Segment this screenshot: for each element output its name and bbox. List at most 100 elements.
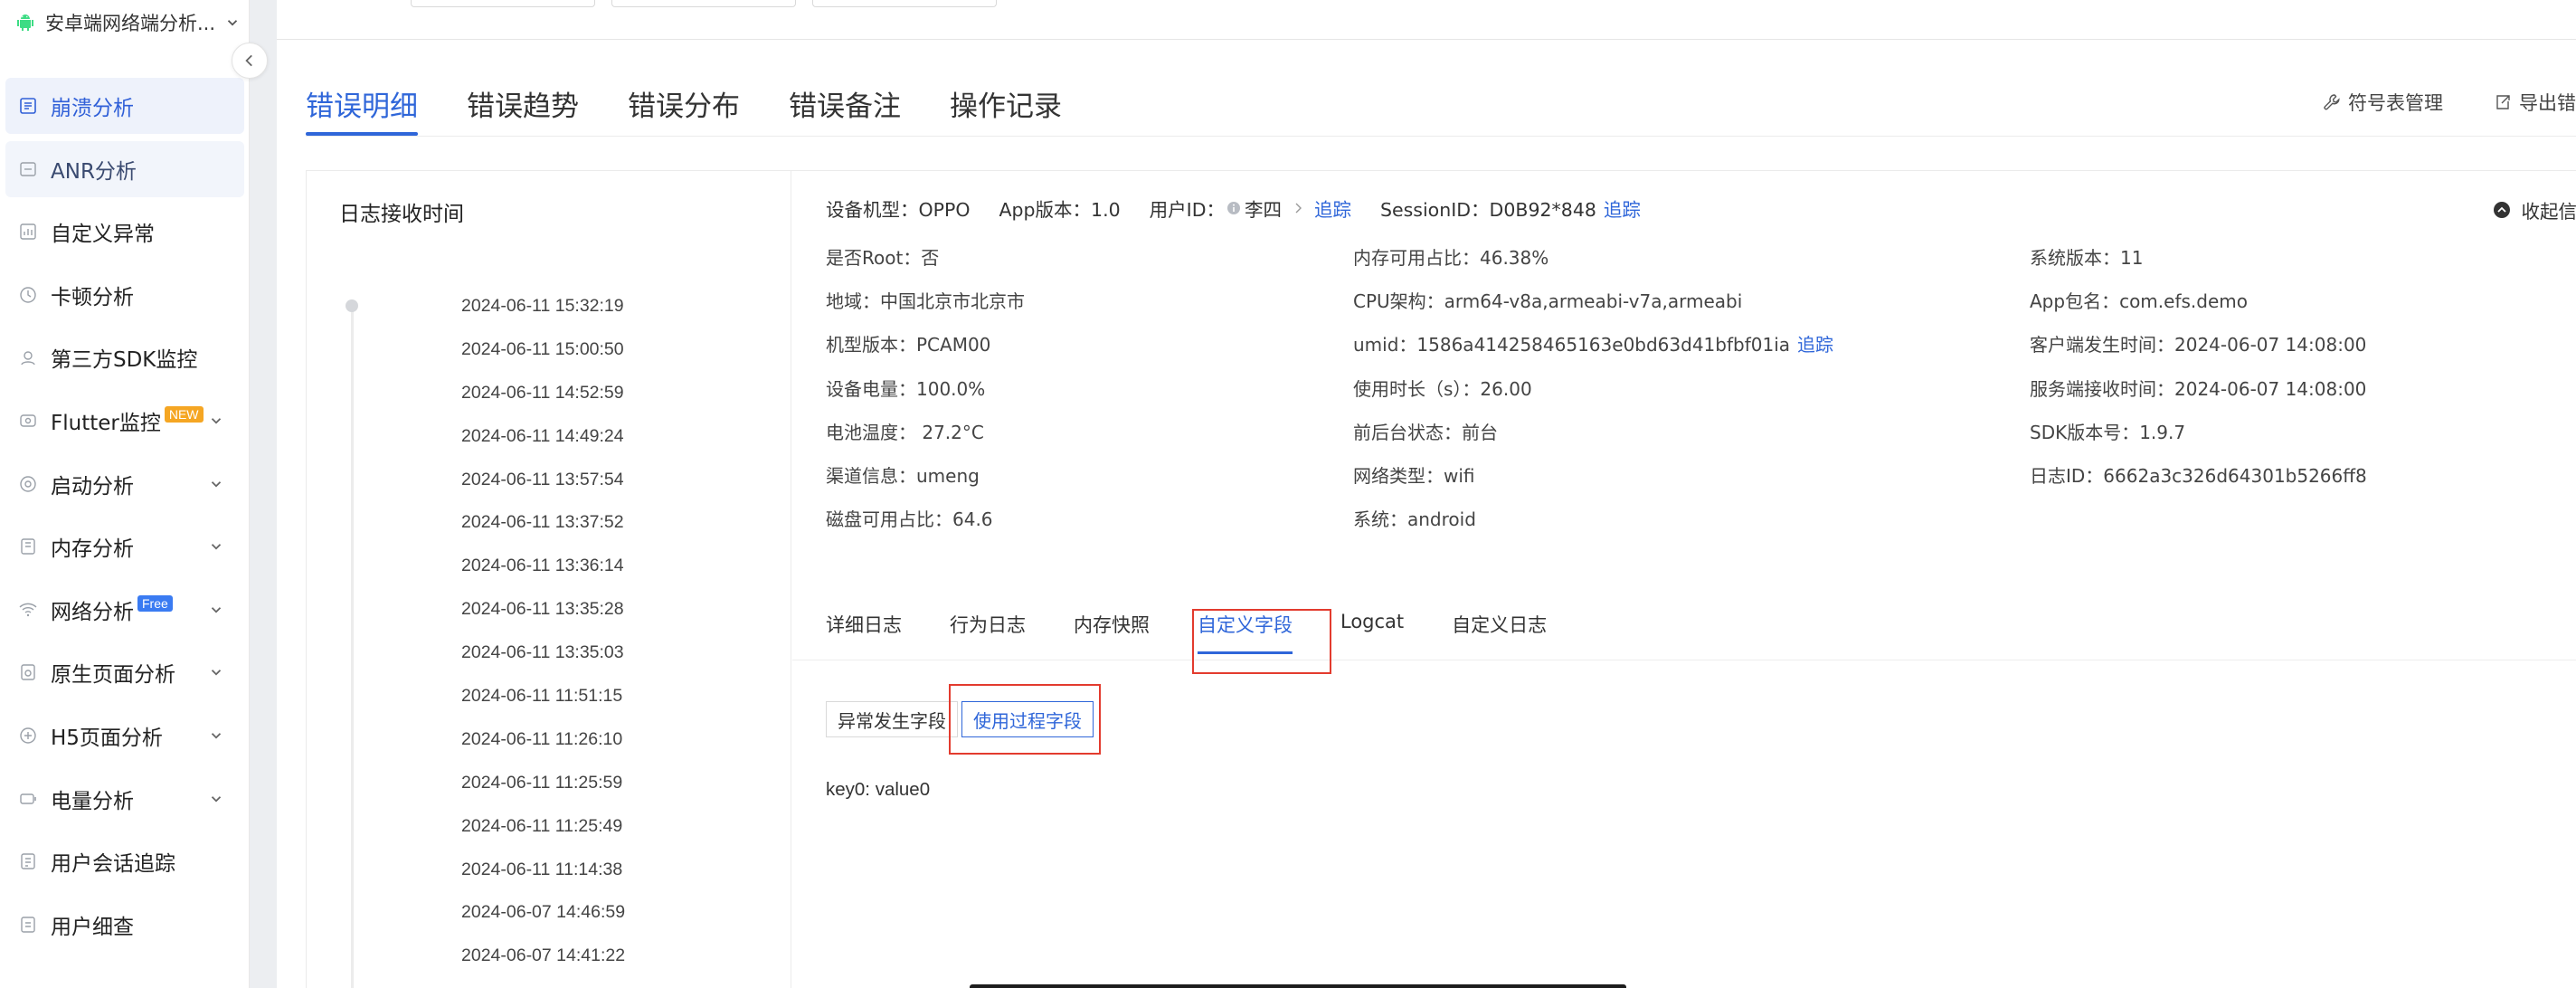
umid-trace-link[interactable]: 追踪 (1797, 334, 1833, 356)
app-version: App版本：1.0 (999, 199, 1121, 221)
subtab-custom-log[interactable]: 自定义日志 (1452, 611, 1547, 647)
sidebar-item-11[interactable]: 电量分析 (5, 771, 244, 827)
log-time-list: 2024-06-11 15:32:19 2024-06-11 15:00:50 20… (461, 296, 625, 988)
log-time-item[interactable]: 2024-06-11 14:52:59 (461, 383, 625, 426)
session-id: SessionID：D0B92*848 追踪 (1380, 195, 1641, 222)
export-link[interactable]: 导出错 (2494, 89, 2576, 116)
log-time-item[interactable]: 2024-06-11 11:26:10 (461, 729, 625, 773)
subtab-logcat[interactable]: Logcat (1340, 611, 1404, 647)
chevron-down-icon (211, 418, 222, 424)
sidebar-item-label: Flutter监控 (51, 411, 161, 435)
device-model: 设备机型：OPPO (826, 199, 971, 221)
log-time-item[interactable]: 2024-06-11 15:32:19 (461, 296, 625, 339)
highlight-box-custom-fields (1192, 609, 1331, 674)
chevron-down-icon (227, 20, 238, 26)
log-time-title: 日志接收时间 (339, 203, 464, 226)
export-icon (2496, 95, 2510, 109)
sidebar-item-13[interactable]: 用户细查 (5, 897, 244, 953)
sidebar-item-label: 电量分析 (51, 789, 134, 813)
info-row: 设备电量：100.0% (826, 377, 986, 400)
log-time-item[interactable]: 2024-06-11 14:49:24 (461, 426, 625, 470)
user-trace-link[interactable]: 追踪 (1314, 195, 1351, 222)
info-row: 渠道信息：umeng (826, 464, 980, 487)
session-trace-link[interactable]: 追踪 (1604, 195, 1641, 222)
app-selector[interactable]: 安卓端网络端分析... (14, 9, 241, 36)
chevron-down-icon (211, 544, 222, 550)
sidebar-item-6[interactable]: 启动分析 (5, 456, 244, 512)
device-header: 设备机型：OPPO App版本：1.0 用户ID： 李四 追踪 SessionI… (826, 195, 1670, 222)
sidebar-item-5[interactable]: Flutter监控 NEW (5, 393, 244, 449)
tab-error-trend[interactable]: 错误趋势 (467, 83, 579, 138)
info-row: 网络类型：wifi (1353, 464, 1475, 487)
symbol-table-link[interactable]: 符号表管理 (2323, 89, 2443, 116)
info-column-2: 内存可用占比：46.38% CPU架构：arm64-v8a,armeabi-v7a… (1353, 243, 1833, 548)
log-time-item[interactable]: 2024-06-11 11:51:15 (461, 686, 625, 729)
sidebar-item-2[interactable]: 自定义异常 (5, 204, 244, 260)
collapse-info-button[interactable]: 收起信 (2493, 196, 2576, 223)
session-id-text: SessionID：D0B92*848 (1380, 199, 1596, 221)
chevron-left-icon (245, 54, 252, 67)
collapse-up-icon (2493, 202, 2510, 218)
sidebar-collapse-button[interactable] (232, 43, 268, 79)
info-row: 客户端发生时间：2024-06-07 14:08:00 (2030, 334, 2367, 356)
log-time-item[interactable]: 2024-06-11 13:36:14 (461, 556, 625, 599)
log-time-item[interactable]: 2024-06-11 11:14:38 (461, 860, 625, 903)
chevron-down-icon (211, 480, 222, 488)
highlight-box-usage-fields (949, 684, 1101, 755)
timeline-dot (346, 299, 358, 312)
subtab-detail-log[interactable]: 详细日志 (826, 611, 902, 647)
sidebar-item-8[interactable]: 网络分析 Free (5, 582, 244, 638)
tab-error-notes[interactable]: 错误备注 (789, 83, 901, 138)
sidebar-item-label: ANR分析 (51, 159, 137, 184)
segment-exception-fields[interactable]: 异常发生字段 (826, 701, 958, 737)
tool-links: 符号表管理 导出错 (2272, 89, 2576, 116)
sidebar-item-12[interactable]: 用户会话追踪 (5, 833, 244, 889)
log-time-item[interactable]: 2024-06-11 13:35:28 (461, 599, 625, 642)
info-row: 服务端接收时间：2024-06-07 14:08:00 (2030, 377, 2367, 400)
log-time-item[interactable]: 2024-06-11 11:25:49 (461, 816, 625, 860)
h5-icon (20, 727, 36, 744)
battery-icon (20, 793, 36, 804)
info-row: 地域：中国北京市北京市 (826, 290, 1025, 313)
log-time-item[interactable]: 2024-06-07 14:46:59 (461, 902, 625, 945)
user-id: 用户ID： 李四 追踪 (1150, 195, 1351, 222)
info-row: App包名：com.efs.demo (2030, 290, 2248, 313)
sidebar-item-1[interactable]: ANR分析 (5, 140, 244, 197)
info-column-3: 系统版本：11 App包名：com.efs.demo 客户端发生时间：2024-06… (2030, 243, 2367, 505)
user-detail-icon (21, 917, 35, 933)
subtab-memory-snapshot[interactable]: 内存快照 (1074, 611, 1150, 647)
tab-operation-log[interactable]: 操作记录 (950, 83, 1062, 138)
filter-box-1[interactable] (411, 0, 595, 7)
sidebar-item-label: 用户会话追踪 (51, 852, 175, 877)
info-row: CPU架构：arm64-v8a,armeabi-v7a,armeabi (1353, 290, 1743, 313)
log-time-panel: 日志接收时间 2024-06-11 15:32:19 2024-06-11 15:… (307, 171, 791, 988)
chevron-down-icon (211, 733, 222, 739)
anr-icon (20, 161, 36, 176)
flutter-icon (20, 414, 36, 427)
sidebar: 安卓端网络端分析... 崩溃分析 ANR分析自定义异常卡顿分析第三方SDK监控 Fl… (0, 0, 250, 988)
chart-icon (20, 223, 36, 240)
sidebar-item-10[interactable]: H5页面分析 (5, 708, 244, 764)
filter-box-3[interactable] (812, 0, 997, 7)
bottom-scrollbar[interactable] (970, 984, 1626, 988)
filter-box-2[interactable] (611, 0, 796, 7)
log-time-item[interactable]: 2024-06-11 15:00:50 (461, 339, 625, 383)
sidebar-item-4[interactable]: 第三方SDK监控 (5, 329, 244, 385)
log-time-item[interactable]: 2024-06-07 14:41:22 (461, 945, 625, 988)
sidebar-item-3[interactable]: 卡顿分析 (5, 267, 244, 323)
log-time-item[interactable]: 2024-06-11 13:37:52 (461, 512, 625, 556)
sidebar-item-9[interactable]: 原生页面分析 (5, 644, 244, 700)
log-time-item[interactable]: 2024-06-11 13:57:54 (461, 470, 625, 513)
sidebar-item-label: 网络分析 (51, 600, 134, 624)
info-row-umid: umid：1586a414258465163e0bd63d41bfbf01ia 追… (1353, 330, 1833, 374)
session-icon (21, 853, 35, 869)
tab-error-detail[interactable]: 错误明细 (306, 83, 418, 138)
chevron-right-icon (1295, 203, 1302, 214)
subtab-behavior-log[interactable]: 行为日志 (950, 611, 1026, 647)
tab-error-distribution[interactable]: 错误分布 (628, 83, 740, 138)
sidebar-item-0[interactable]: 崩溃分析 (5, 78, 244, 134)
log-time-item[interactable]: 2024-06-11 11:25:59 (461, 773, 625, 816)
log-time-item[interactable]: 2024-06-11 13:35:03 (461, 642, 625, 686)
sidebar-item-7[interactable]: 内存分析 (5, 518, 244, 575)
sidebar-item-label: 第三方SDK监控 (51, 348, 198, 373)
